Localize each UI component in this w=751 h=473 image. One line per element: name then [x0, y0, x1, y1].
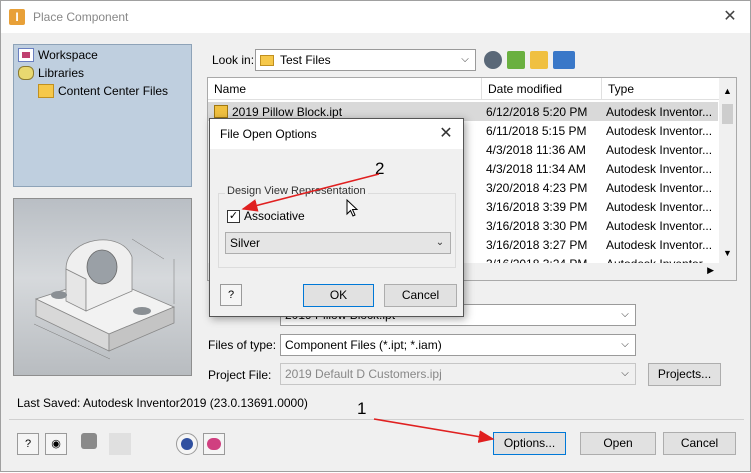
- cancel-button[interactable]: Cancel: [663, 432, 736, 455]
- column-header-type[interactable]: Type: [602, 78, 720, 100]
- color-options-icon[interactable]: [203, 433, 225, 455]
- new-folder-icon[interactable]: [530, 51, 548, 69]
- representation-value: Silver: [230, 236, 261, 250]
- dialog-title: File Open Options: [210, 119, 463, 149]
- libraries-icon: [18, 66, 34, 80]
- chevron-down-icon[interactable]: ⌵: [619, 339, 631, 351]
- up-folder-icon[interactable]: [507, 51, 525, 69]
- options-button[interactable]: Options...: [493, 432, 566, 455]
- file-name: 2019 Pillow Block.ipt: [232, 105, 343, 119]
- file-date: 4/3/2018 11:34 AM: [486, 162, 586, 176]
- title-bar: I Place Component ✕: [1, 1, 750, 33]
- file-open-options-dialog: File Open Options ✕ Design View Represen…: [209, 118, 464, 317]
- file-date: 6/12/2018 5:20 PM: [486, 105, 588, 119]
- file-date: 3/16/2018 3:27 PM: [486, 238, 588, 252]
- help-icon[interactable]: ?: [17, 433, 39, 455]
- file-type: Autodesk Inventor...: [606, 200, 713, 214]
- close-icon[interactable]: ✕: [720, 7, 740, 27]
- file-date: 4/3/2018 11:36 AM: [486, 143, 586, 157]
- folder-icon: [260, 54, 274, 66]
- scroll-down-icon[interactable]: ▼: [723, 248, 732, 258]
- window-title: Place Component: [33, 10, 129, 24]
- file-type: Autodesk Inventor...: [606, 238, 713, 252]
- files-of-type-combo[interactable]: Component Files (*.ipt; *.iam) ⌵: [280, 334, 636, 356]
- divider: [9, 419, 744, 420]
- file-type: Autodesk Inventor...: [606, 143, 713, 157]
- arrow-to-options: [373, 418, 495, 443]
- place-component-window: I Place Component ✕ Workspace Libraries …: [0, 0, 751, 472]
- look-in-label: Look in:: [212, 53, 255, 67]
- look-in-combo[interactable]: Test Files ⌵: [255, 49, 476, 71]
- tools-icon[interactable]: [78, 433, 100, 455]
- chevron-down-icon[interactable]: ⌵: [459, 54, 471, 66]
- vault-icon[interactable]: [109, 433, 131, 455]
- mouse-cursor-icon: [346, 199, 359, 217]
- dialog-cancel-button[interactable]: Cancel: [384, 284, 457, 307]
- file-type: Autodesk Inventor...: [606, 105, 713, 119]
- scroll-up-icon[interactable]: ▲: [723, 86, 732, 96]
- design-view-representation-label: Design View Representation: [225, 185, 368, 197]
- file-date: 3/16/2018 3:30 PM: [486, 219, 588, 233]
- workspace-icon: [18, 48, 34, 62]
- chevron-down-icon: ⌵: [621, 368, 629, 379]
- last-saved-text: Last Saved: Autodesk Inventor2019 (23.0.…: [17, 396, 308, 410]
- chevron-down-icon[interactable]: ⌵: [619, 309, 631, 321]
- vertical-scrollbar[interactable]: ▲ ▼: [719, 78, 736, 264]
- column-header-date[interactable]: Date modified: [482, 78, 602, 100]
- files-of-type-label: Files of type:: [208, 338, 277, 352]
- annotation-number-2: 2: [375, 159, 385, 178]
- dialog-close-icon[interactable]: ✕: [437, 125, 455, 143]
- project-file-combo: 2019 Default D Customers.ipj ⌵: [280, 363, 636, 385]
- annotation-number-1: 1: [357, 399, 367, 418]
- project-file-label: Project File:: [208, 368, 272, 382]
- component-preview: [13, 198, 192, 376]
- open-button[interactable]: Open: [580, 432, 656, 455]
- find-binoculars-icon[interactable]: ◉: [45, 433, 67, 455]
- navigation-wheel-icon[interactable]: [176, 433, 198, 455]
- pillow-block-preview-image: [33, 238, 176, 360]
- scroll-right-icon[interactable]: ▶: [707, 265, 714, 276]
- dialog-help-icon[interactable]: ?: [220, 284, 242, 306]
- view-menu-icon[interactable]: [553, 51, 575, 69]
- folder-icon: [38, 84, 54, 98]
- nav-item-label: Content Center Files: [58, 84, 169, 98]
- part-file-icon: [214, 105, 228, 118]
- project-file-value: 2019 Default D Customers.ipj: [285, 367, 442, 381]
- associative-label: Associative: [244, 209, 305, 223]
- projects-button[interactable]: Projects...: [648, 363, 721, 386]
- nav-item-workspace[interactable]: Workspace: [18, 48, 98, 62]
- file-type: Autodesk Inventor...: [606, 124, 713, 138]
- files-of-type-value: Component Files (*.ipt; *.iam): [285, 338, 442, 352]
- file-date: 6/11/2018 5:15 PM: [486, 124, 587, 138]
- file-date: 3/20/2018 4:23 PM: [486, 181, 588, 195]
- nav-item-libraries[interactable]: Libraries: [18, 66, 84, 80]
- ok-button[interactable]: OK: [303, 284, 374, 307]
- chevron-down-icon[interactable]: ⌄: [434, 237, 446, 249]
- associative-checkbox[interactable]: ✓: [227, 210, 240, 223]
- nav-item-label: Libraries: [38, 66, 85, 80]
- design-view-group: [218, 193, 456, 268]
- file-type: Autodesk Inventor...: [606, 162, 713, 176]
- inventor-app-icon: I: [9, 9, 25, 25]
- nav-item-label: Workspace: [38, 48, 98, 62]
- file-date: 3/16/2018 3:39 PM: [486, 200, 588, 214]
- back-icon[interactable]: [484, 51, 502, 69]
- location-pane: Workspace Libraries Content Center Files: [13, 44, 192, 187]
- look-in-value: Test Files: [280, 53, 331, 67]
- representation-combo[interactable]: Silver ⌄: [225, 232, 451, 254]
- file-type: Autodesk Inventor...: [606, 219, 713, 233]
- nav-item-content-center[interactable]: Content Center Files: [38, 84, 168, 98]
- file-type: Autodesk Inventor...: [606, 181, 713, 195]
- column-header-name[interactable]: Name: [208, 78, 482, 100]
- scroll-thumb[interactable]: [722, 104, 733, 124]
